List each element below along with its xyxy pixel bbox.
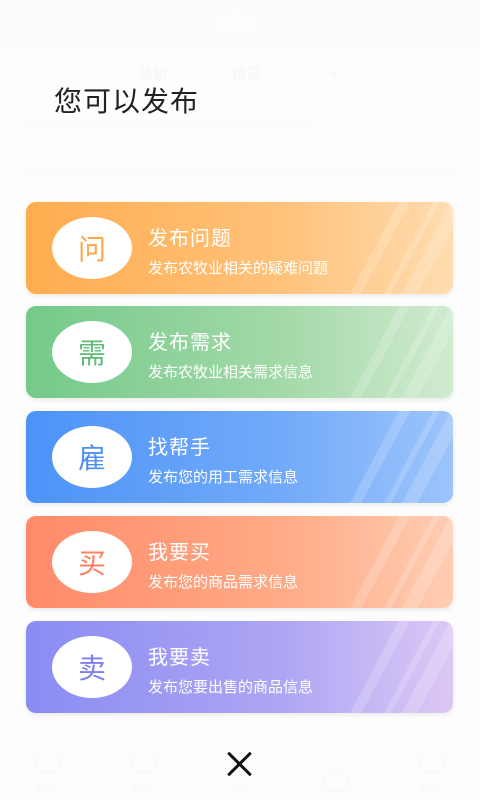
close-icon[interactable]: [218, 742, 262, 786]
card-title: 我要买: [148, 540, 211, 564]
badge-glyph: 卖: [77, 652, 106, 685]
publish-question-card[interactable]: 问 发布问题 发布农牧业相关的疑难问题: [26, 202, 453, 294]
buy-badge-icon: 买: [52, 531, 132, 593]
card-subtitle: 发布农牧业相关的疑难问题: [148, 259, 329, 277]
want-to-buy-card[interactable]: 买 我要买 发布您的商品需求信息: [26, 516, 453, 608]
dialog-title: 您可以发布: [54, 85, 200, 118]
card-title: 发布问题: [148, 226, 232, 250]
card-subtitle: 发布您的商品需求信息: [148, 573, 299, 591]
card-subtitle: 发布农牧业相关需求信息: [148, 363, 314, 381]
card-title: 找帮手: [148, 435, 211, 459]
badge-glyph: 买: [77, 547, 106, 580]
find-helper-card[interactable]: 雇 找帮手 发布您的用工需求信息: [26, 411, 453, 503]
card-title: 我要卖: [148, 645, 211, 669]
question-badge-icon: 问: [52, 217, 132, 279]
badge-glyph: 问: [77, 233, 106, 266]
badge-glyph: 雇: [77, 442, 106, 475]
demand-badge-icon: 需: [52, 321, 132, 383]
hire-badge-icon: 雇: [52, 426, 132, 488]
card-title: 发布需求: [148, 330, 232, 354]
sell-badge-icon: 卖: [52, 636, 132, 698]
want-to-sell-card[interactable]: 卖 我要卖 发布您要出售的商品信息: [26, 621, 453, 713]
publish-demand-card[interactable]: 需 发布需求 发布农牧业相关需求信息: [26, 306, 453, 398]
card-subtitle: 发布您的用工需求信息: [148, 468, 299, 486]
badge-glyph: 需: [77, 337, 106, 370]
card-subtitle: 发布您要出售的商品信息: [148, 678, 314, 696]
